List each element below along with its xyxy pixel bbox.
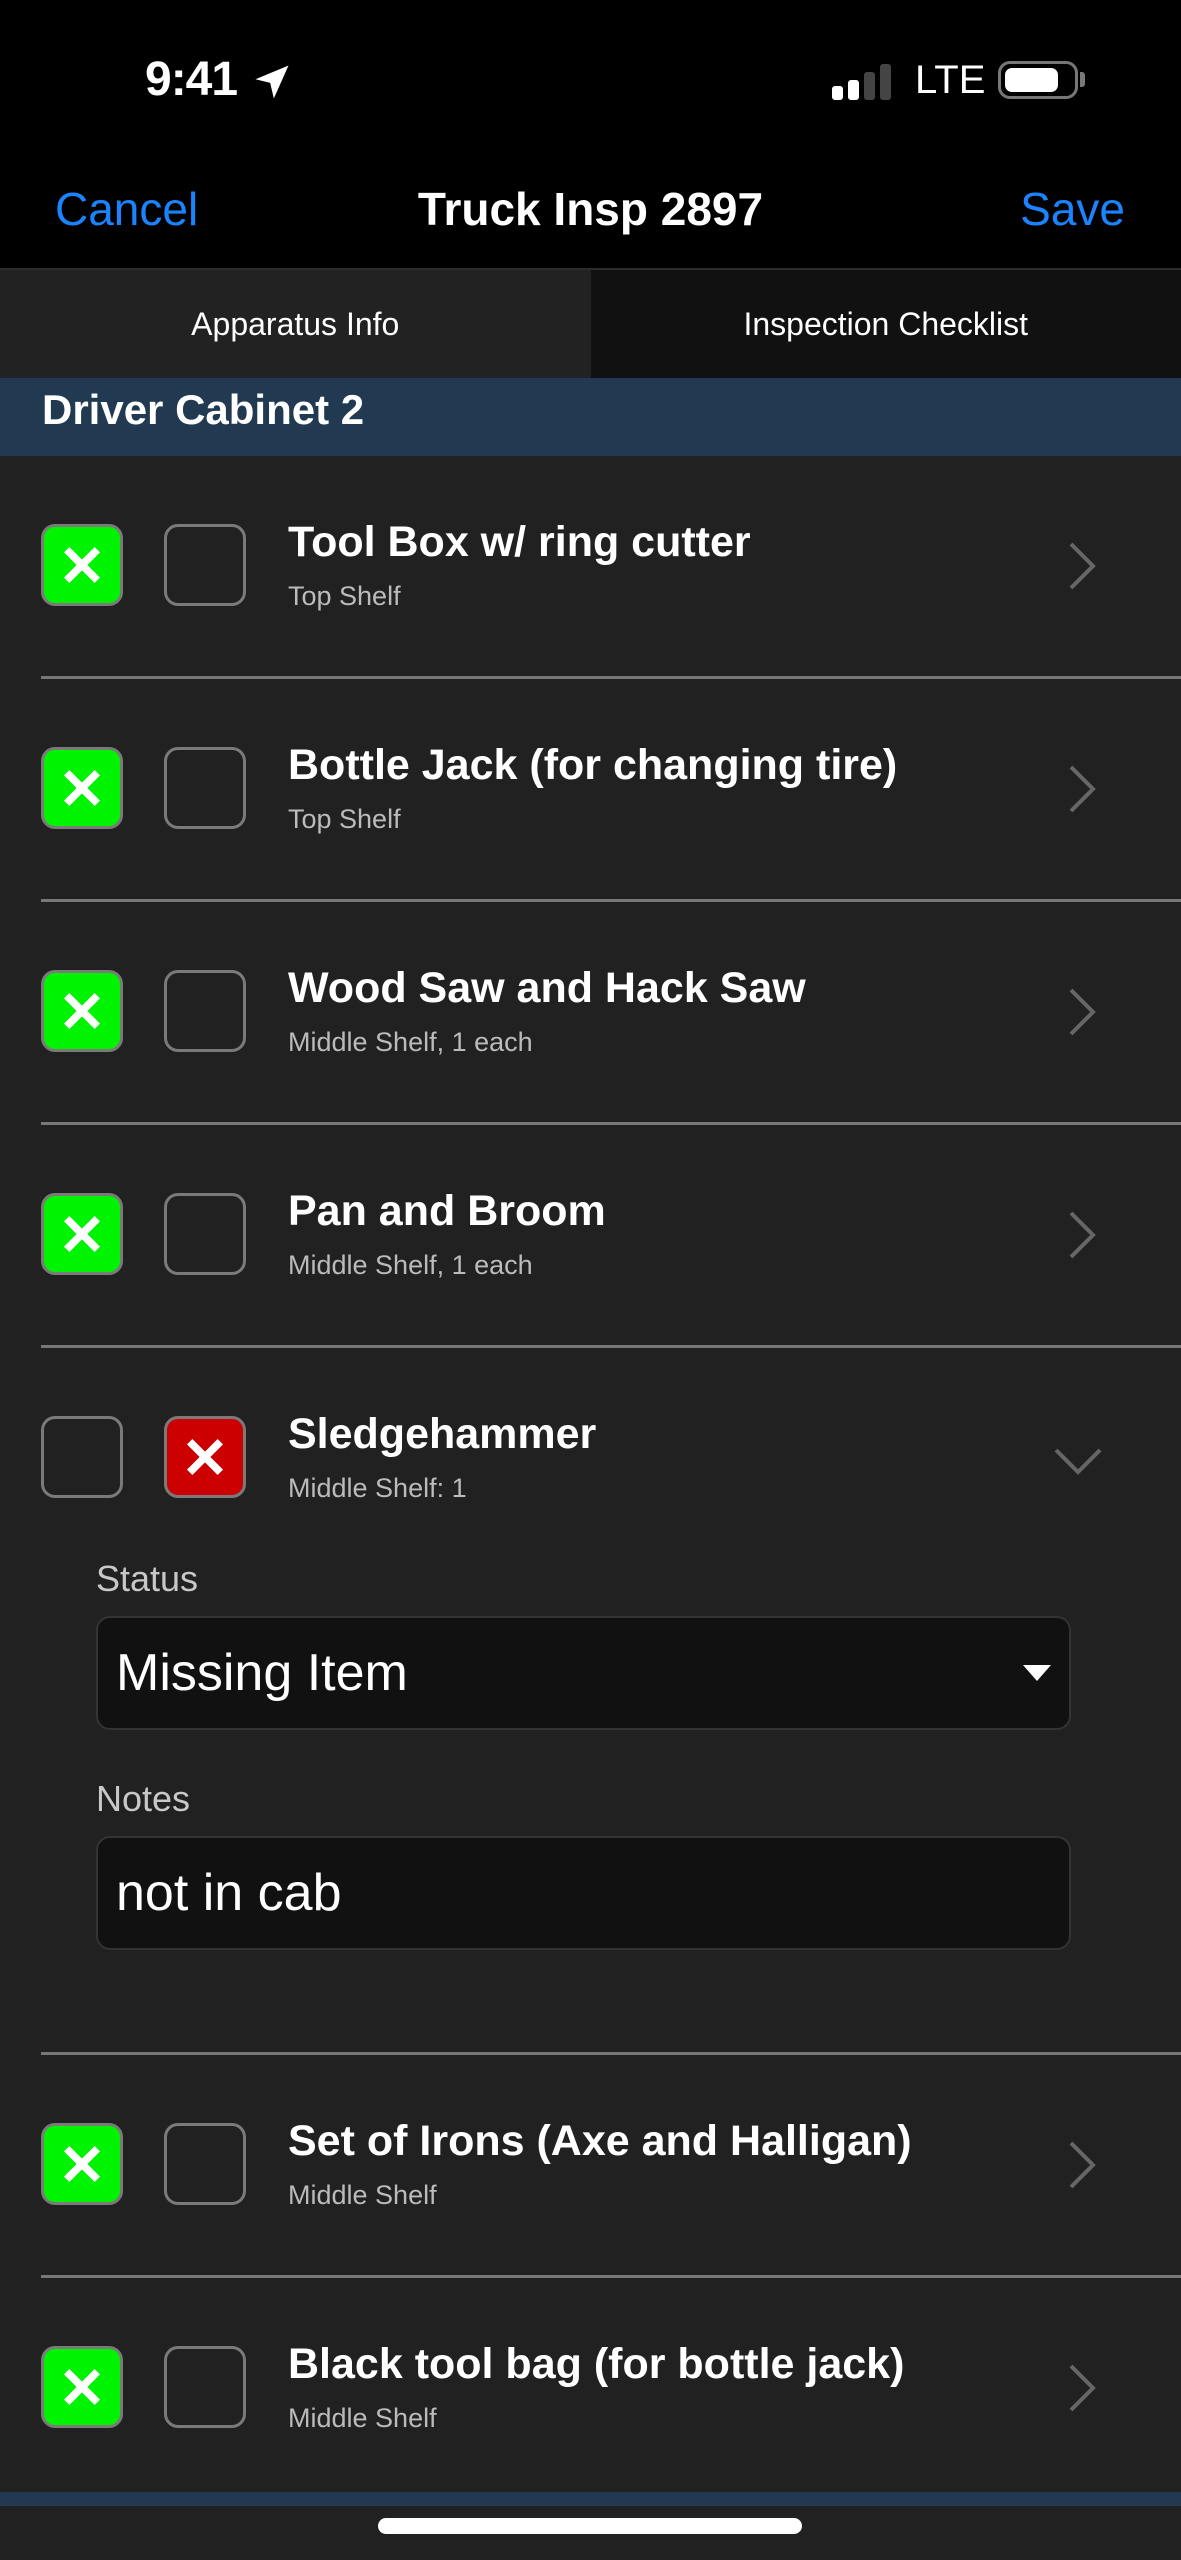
pass-checkbox[interactable] [41, 1416, 123, 1498]
signal-bar [848, 80, 859, 100]
signal-strength-icon [832, 60, 892, 100]
pass-checkbox[interactable] [41, 2346, 123, 2428]
chevron-right-icon[interactable] [1061, 761, 1101, 817]
checklist-item[interactable]: Black tool bag (for bottle jack) Middle … [0, 2278, 1181, 2501]
battery-fill [1005, 68, 1058, 92]
item-location: Middle Shelf, 1 each [288, 1250, 533, 1280]
page-title: Truck Insp 2897 [417, 183, 764, 235]
checklist-item[interactable]: Set of Irons (Axe and Halligan) Middle S… [0, 2055, 1181, 2278]
next-section-header [0, 2492, 1181, 2506]
status-label: Status [96, 1558, 199, 1599]
status-time: 9:41 [145, 53, 238, 106]
checklist: Tool Box w/ ring cutter Top Shelf Bottle… [0, 456, 1181, 2501]
item-location: Top Shelf [288, 581, 401, 611]
checklist-item[interactable]: Sledgehammer Middle Shelf: 1 Status Missi… [0, 1348, 1181, 2055]
pass-checkbox[interactable] [41, 747, 123, 829]
item-location: Top Shelf [288, 804, 401, 834]
fail-checkbox[interactable] [164, 1193, 246, 1275]
checklist-item[interactable]: Tool Box w/ ring cutter Top Shelf [0, 456, 1181, 679]
chevron-right-icon[interactable] [1061, 984, 1101, 1040]
notes-value: not in cab [116, 1864, 342, 1922]
signal-bar [880, 64, 891, 100]
item-title: Wood Saw and Hack Saw [288, 964, 806, 1012]
checklist-item[interactable]: Wood Saw and Hack Saw Middle Shelf, 1 ea… [0, 902, 1181, 1125]
chevron-right-icon[interactable] [1061, 538, 1101, 594]
dropdown-caret-icon [1023, 1665, 1051, 1681]
pass-checkbox[interactable] [41, 2123, 123, 2205]
segmented-tabs: Apparatus Info Inspection Checklist [0, 268, 1181, 378]
navigation-bar: Cancel Truck Insp 2897 Save [0, 160, 1181, 268]
save-button[interactable]: Save [1020, 182, 1125, 236]
fail-checkbox[interactable] [164, 1416, 246, 1498]
notes-input[interactable]: not in cab [96, 1836, 1071, 1950]
location-arrow-icon [255, 65, 289, 99]
chevron-right-icon[interactable] [1061, 2360, 1101, 2416]
item-location: Middle Shelf: 1 [288, 1473, 467, 1503]
signal-bar [864, 72, 875, 100]
x-mark-icon [63, 2145, 101, 2183]
status-dropdown[interactable]: Missing Item [96, 1616, 1071, 1730]
item-title: Black tool bag (for bottle jack) [288, 2340, 905, 2388]
fail-checkbox[interactable] [164, 524, 246, 606]
item-detail-panel: Status Missing Item Notes not in cab [96, 1558, 1071, 1950]
fail-checkbox[interactable] [164, 970, 246, 1052]
pass-checkbox[interactable] [41, 970, 123, 1052]
x-mark-icon [63, 1215, 101, 1253]
network-type: LTE [915, 58, 986, 102]
checklist-item[interactable]: Pan and Broom Middle Shelf, 1 each [0, 1125, 1181, 1348]
section-title: Driver Cabinet 2 [42, 386, 365, 433]
tab-inspection-checklist[interactable]: Inspection Checklist [590, 270, 1181, 378]
battery-icon [998, 61, 1078, 99]
x-mark-icon [63, 2368, 101, 2406]
item-location: Middle Shelf [288, 2403, 437, 2433]
signal-bar [832, 86, 843, 100]
chevron-right-icon[interactable] [1061, 2137, 1101, 2193]
fail-checkbox[interactable] [164, 2346, 246, 2428]
x-mark-icon [186, 1438, 224, 1476]
pass-checkbox[interactable] [41, 1193, 123, 1275]
inspection-screen: 9:41 LTE Cancel Truck Insp 2897 Save App… [0, 0, 1181, 2560]
battery-nub [1080, 72, 1085, 87]
home-indicator[interactable] [378, 2518, 802, 2534]
status-bar: 9:41 LTE [0, 0, 1181, 160]
item-title: Bottle Jack (for changing tire) [288, 741, 898, 789]
item-title: Set of Irons (Axe and Halligan) [288, 2117, 912, 2165]
x-mark-icon [63, 769, 101, 807]
fail-checkbox[interactable] [164, 747, 246, 829]
checklist-item[interactable]: Bottle Jack (for changing tire) Top Shel… [0, 679, 1181, 902]
chevron-right-icon[interactable] [1061, 1207, 1101, 1263]
item-location: Middle Shelf [288, 2180, 437, 2210]
x-mark-icon [63, 992, 101, 1030]
fail-checkbox[interactable] [164, 2123, 246, 2205]
pass-checkbox[interactable] [41, 524, 123, 606]
item-title: Sledgehammer [288, 1410, 597, 1458]
item-title: Tool Box w/ ring cutter [288, 518, 751, 566]
status-value: Missing Item [116, 1644, 408, 1702]
section-header: Driver Cabinet 2 [0, 378, 1181, 456]
chevron-down-icon[interactable] [1050, 1442, 1106, 1482]
x-mark-icon [63, 546, 101, 584]
item-location: Middle Shelf, 1 each [288, 1027, 533, 1057]
tab-apparatus-info[interactable]: Apparatus Info [0, 270, 591, 378]
item-title: Pan and Broom [288, 1187, 606, 1235]
notes-label: Notes [96, 1778, 191, 1819]
